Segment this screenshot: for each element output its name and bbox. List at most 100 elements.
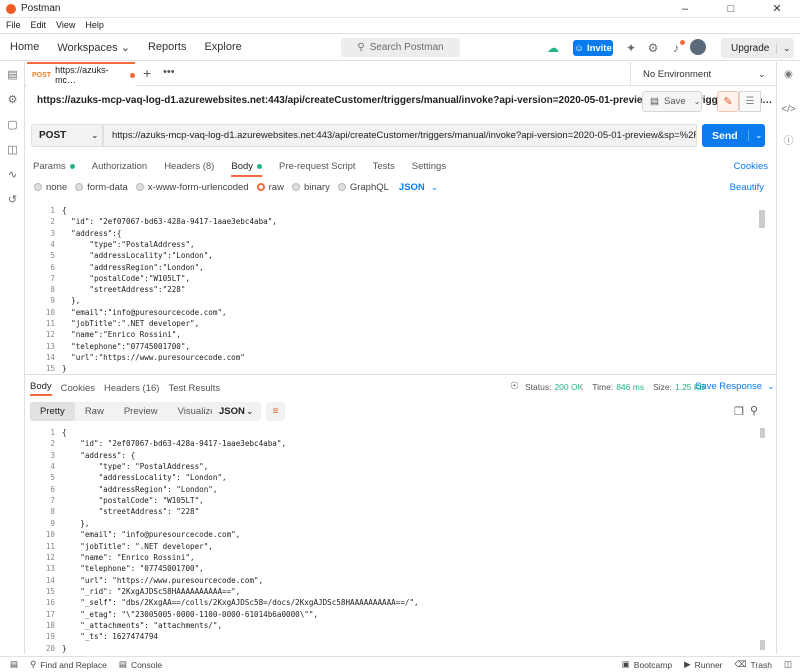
code-line: "telephone":"07745001700", — [62, 341, 191, 351]
tab-params[interactable]: Params — [33, 161, 75, 172]
code-line: "telephone": "07745001700", — [62, 564, 204, 574]
layout-icon[interactable]: ◫ — [784, 659, 792, 670]
tab-response-body[interactable]: Body — [30, 381, 52, 396]
tab-tests[interactable]: Tests — [373, 161, 395, 172]
trash-button[interactable]: ⌫ Trash — [735, 659, 772, 670]
tab-test-results[interactable]: Test Results — [168, 383, 220, 394]
search-icon[interactable]: ⚲ — [750, 404, 758, 417]
method-select[interactable]: POST ⌄ — [31, 124, 103, 147]
nav-reports[interactable]: Reports — [148, 41, 187, 53]
satellite-icon[interactable]: ✦ — [624, 41, 638, 55]
runner-button[interactable]: ▶ Runner — [684, 659, 722, 670]
radio-none[interactable]: none — [34, 182, 67, 193]
radio-form-data[interactable]: form-data — [75, 182, 128, 193]
tab-response-cookies[interactable]: Cookies — [61, 383, 95, 394]
save-button[interactable]: ▤ Save ⌄ — [642, 91, 702, 112]
gear-icon[interactable]: ⚙ — [646, 41, 660, 55]
tab-settings[interactable]: Settings — [412, 161, 446, 172]
scrollbar[interactable] — [759, 210, 765, 228]
nav-home[interactable]: Home — [10, 41, 39, 53]
tab-prerequest-script[interactable]: Pre-request Script — [279, 161, 356, 172]
response-body-viewer[interactable]: 1 {2 "id": "2ef07067-bd63-428a-9417-1aae3… — [25, 426, 765, 654]
nav-explore[interactable]: Explore — [204, 41, 241, 53]
chevron-down-icon[interactable]: ⌄ — [776, 42, 791, 54]
send-button[interactable]: Send ⌄ — [702, 124, 765, 147]
chevron-down-icon: ⌄ — [430, 181, 439, 192]
documentation-icon[interactable]: ☰ — [739, 91, 761, 112]
chevron-down-icon: ⌄ — [246, 406, 254, 416]
request-body-editor[interactable]: 1 {2 "id": "2ef07067-bd63-428a-9417-1aae3… — [25, 204, 765, 374]
edit-icon[interactable]: ✎ — [717, 91, 739, 112]
radio-binary[interactable]: binary — [291, 182, 330, 193]
console-button[interactable]: ▤ Console — [119, 659, 162, 670]
sync-icon[interactable]: ☁ — [546, 41, 560, 55]
chevron-down-icon[interactable]: ⌄ — [748, 130, 763, 141]
response-format-select[interactable]: JSON ⌄ — [212, 402, 261, 421]
eye-icon[interactable]: ◉ — [777, 62, 800, 86]
scrollbar-bottom[interactable] — [760, 640, 765, 650]
tab-method: POST — [32, 71, 52, 79]
view-preview[interactable]: Preview — [114, 402, 168, 421]
upgrade-button[interactable]: Upgrade ⌄ — [721, 38, 794, 58]
more-tabs-icon[interactable]: ••• — [163, 66, 175, 78]
time-badge[interactable]: 846 ms — [616, 382, 644, 392]
code-line: "addressRegion": "London", — [62, 484, 218, 494]
maximize-button[interactable]: □ — [708, 0, 754, 18]
code-line: { — [62, 206, 67, 215]
code-line: "type": "PostalAddress", — [62, 462, 209, 472]
radio-urlencoded[interactable]: x-www-form-urlencoded — [135, 182, 249, 193]
cookies-link[interactable]: Cookies — [734, 161, 768, 172]
view-raw[interactable]: Raw — [75, 402, 114, 421]
line-number: 14 — [45, 575, 55, 585]
menu-file[interactable]: File — [6, 20, 21, 30]
tab-body[interactable]: Body — [231, 161, 263, 177]
line-number: 18 — [45, 620, 55, 630]
runner-icon: ▶ — [684, 659, 691, 669]
code-line: "streetAddress":"228" — [62, 285, 186, 295]
search-box[interactable]: ⚲ Search Postman — [341, 38, 460, 57]
menu-edit[interactable]: Edit — [31, 20, 47, 30]
request-tab[interactable]: POST https://azuks-mc… — [27, 62, 135, 86]
copy-icon[interactable]: ❐ — [734, 405, 744, 418]
minimize-button[interactable]: – — [662, 0, 708, 18]
apis-icon[interactable]: ⚙ — [0, 87, 25, 112]
scrollbar[interactable] — [760, 428, 765, 438]
tab-headers[interactable]: Headers (8) — [164, 161, 214, 172]
history-icon[interactable]: ↺ — [0, 187, 25, 212]
url-input[interactable]: https://azuks-mcp-vaq-log-d1.azurewebsit… — [103, 124, 697, 147]
environments-icon[interactable]: ▢ — [0, 112, 25, 137]
format-select[interactable]: JSON ⌄ — [399, 182, 438, 193]
avatar[interactable] — [690, 39, 706, 55]
request-tabs: Params Authorization Headers (8) Body Pr… — [33, 158, 768, 177]
radio-raw[interactable]: raw — [256, 182, 284, 193]
nav-workspaces[interactable]: Workspaces ⌄ — [57, 41, 130, 54]
environment-selector[interactable]: No Environment ⌄ — [630, 62, 776, 86]
status-badge[interactable]: 200 OK — [554, 382, 583, 392]
view-pretty[interactable]: Pretty — [30, 402, 75, 421]
notification-dot — [680, 40, 685, 45]
tab-authorization[interactable]: Authorization — [92, 161, 147, 172]
info-icon[interactable]: ⓘ — [777, 124, 800, 154]
monitors-icon[interactable]: ∿ — [0, 162, 25, 187]
sidebar-toggle-icon[interactable]: ▤ — [10, 659, 18, 670]
invite-button[interactable]: ☺ Invite — [573, 40, 613, 56]
bootcamp-button[interactable]: ▣ Bootcamp — [622, 659, 672, 670]
left-sidebar: ▤ ⚙ ▢ ◫ ∿ ↺ — [0, 62, 25, 654]
tab-response-headers[interactable]: Headers (16) — [104, 383, 159, 394]
find-replace-button[interactable]: ⚲ Find and Replace — [30, 659, 107, 670]
radio-graphql[interactable]: GraphQL — [337, 182, 389, 193]
globe-icon: ☉ — [510, 381, 519, 392]
close-button[interactable]: ✕ — [754, 0, 800, 18]
new-tab-button[interactable]: + — [143, 65, 151, 81]
mock-servers-icon[interactable]: ◫ — [0, 137, 25, 162]
code-line: } — [62, 643, 67, 653]
wrap-lines-icon[interactable]: ≡ — [266, 402, 285, 421]
window-title: Postman — [21, 3, 61, 14]
code-line: "email":"info@puresourcecode.com", — [62, 307, 227, 317]
code-icon[interactable]: </> — [777, 94, 800, 124]
save-response-button[interactable]: Save Response ⌄ — [695, 381, 775, 392]
menu-view[interactable]: View — [56, 20, 75, 30]
collections-icon[interactable]: ▤ — [0, 62, 25, 87]
menu-help[interactable]: Help — [85, 20, 104, 30]
beautify-link[interactable]: Beautify — [730, 182, 764, 193]
